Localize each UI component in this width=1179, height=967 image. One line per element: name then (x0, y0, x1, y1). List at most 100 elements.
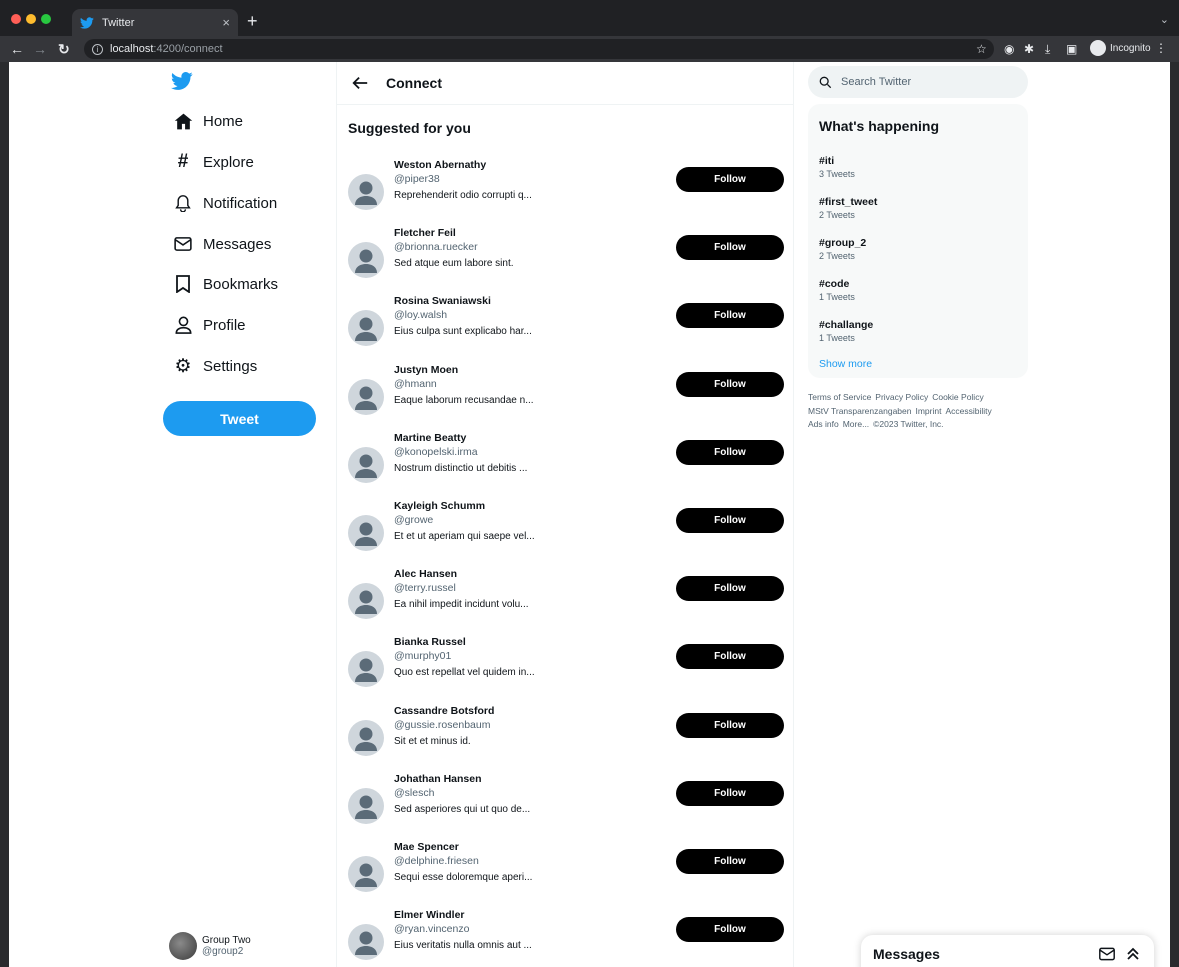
follow-button[interactable]: Follow (676, 508, 784, 533)
follow-button[interactable]: Follow (676, 371, 784, 397)
forward-arrow-icon[interactable]: → (33, 40, 47, 58)
back-arrow-icon[interactable]: ← (10, 40, 24, 58)
avatar[interactable] (348, 515, 384, 551)
user-name[interactable]: Martine Beatty (394, 432, 466, 444)
address-bar[interactable]: i localhost:4200/connect (84, 39, 994, 59)
follow-button[interactable]: Follow (676, 576, 784, 602)
follow-button[interactable]: Follow (676, 712, 784, 738)
show-more-link[interactable]: Show more (819, 358, 872, 370)
list-item[interactable]: Rosina Swaniawski @loy.walsh Eius culpa su… (337, 292, 793, 354)
follow-button[interactable]: Follow (676, 780, 784, 806)
avatar[interactable] (348, 924, 384, 961)
sidebar-item-bookmarks[interactable]: Bookmarks (173, 269, 278, 299)
avatar[interactable] (348, 174, 384, 210)
avatar[interactable] (348, 719, 384, 756)
messages-drawer[interactable]: Messages (861, 935, 1154, 967)
footer-link[interactable]: Imprint (915, 406, 941, 416)
user-name[interactable]: Rosina Swaniawski (394, 295, 491, 307)
user-name[interactable]: Mae Spencer (394, 841, 459, 853)
list-item[interactable]: Kayleigh Schumm @growe Et et ut aperiam qu… (337, 497, 793, 559)
list-item[interactable]: Cassandre Botsford @gussie.rosenbaum Sit e… (337, 702, 793, 764)
footer-link[interactable]: MStV Transparenzangaben (808, 406, 911, 416)
list-item[interactable]: Bianka Russel @murphy01 Quo est repellat v… (337, 633, 793, 695)
new-message-icon[interactable] (1099, 946, 1115, 962)
list-item[interactable]: Fletcher Feil @brionna.ruecker Sed atque e… (337, 224, 793, 286)
incognito-badge[interactable]: Incognito (1090, 40, 1151, 56)
user-name[interactable]: Elmer Windler (394, 909, 465, 921)
browser-menu-icon[interactable]: ⋮ (1155, 41, 1167, 55)
avatar[interactable] (348, 651, 384, 688)
new-tab-button[interactable]: + (247, 12, 258, 30)
maximize-window-button[interactable] (41, 14, 51, 24)
list-item[interactable]: Justyn Moen @hmann Eaque laborum recusanda… (337, 361, 793, 423)
footer-link[interactable]: Cookie Policy (932, 392, 984, 402)
user-name[interactable]: Justyn Moen (394, 364, 458, 376)
download-icon[interactable]: ⤓ (1045, 41, 1050, 57)
search-box[interactable] (808, 66, 1028, 98)
user-name[interactable]: Cassandre Botsford (394, 705, 494, 717)
avatar[interactable] (348, 583, 384, 620)
trend-item[interactable]: #group_2 2 Tweets (819, 237, 866, 261)
sidebar-item-settings[interactable]: ⚙ Settings (173, 351, 257, 381)
follow-button[interactable]: Follow (676, 235, 784, 261)
camera-extension-icon[interactable]: ◉ (1004, 41, 1014, 57)
avatar[interactable] (348, 242, 384, 279)
user-name[interactable]: Weston Abernathy (394, 159, 486, 171)
twitter-logo-icon[interactable] (171, 70, 193, 92)
close-window-button[interactable] (11, 14, 21, 24)
follow-button[interactable]: Follow (676, 917, 784, 943)
user-name[interactable]: Fletcher Feil (394, 227, 456, 239)
trend-item[interactable]: #code 1 Tweets (819, 278, 855, 302)
user-name[interactable]: Alec Hansen (394, 568, 457, 580)
minimize-window-button[interactable] (26, 14, 36, 24)
list-item[interactable]: Mae Spencer @delphine.friesen Sequi esse d… (337, 838, 793, 900)
footer-link[interactable]: Terms of Service (808, 392, 871, 402)
sidebar-item-messages[interactable]: Messages (173, 229, 271, 259)
avatar[interactable] (348, 856, 384, 892)
trend-item[interactable]: #first_tweet 2 Tweets (819, 196, 877, 220)
follow-button[interactable]: Follow (676, 167, 784, 192)
list-item[interactable]: Martine Beatty @konopelski.irma Nostrum di… (337, 429, 793, 491)
list-item[interactable]: Alec Hansen @terry.russel Ea nihil impedit… (337, 565, 793, 627)
user-name[interactable]: Johathan Hansen (394, 773, 482, 785)
trend-item[interactable]: #iti 3 Tweets (819, 155, 855, 179)
bookmark-star-icon[interactable]: ☆ (976, 41, 987, 57)
browser-titlebar: Twitter × + ⌄ (0, 0, 1179, 36)
footer-link[interactable]: Accessibility (945, 406, 991, 416)
puzzle-extension-icon[interactable]: ✱ (1024, 41, 1034, 57)
sidebar-item-notification[interactable]: Notification (173, 188, 277, 218)
avatar[interactable] (348, 446, 384, 483)
follow-button[interactable]: Follow (676, 303, 784, 329)
footer-link[interactable]: Privacy Policy (875, 392, 928, 402)
user-name[interactable]: Kayleigh Schumm (394, 500, 485, 512)
back-arrow-icon[interactable] (351, 74, 369, 92)
trend-item[interactable]: #challange 1 Tweets (819, 319, 873, 343)
search-input[interactable] (841, 76, 1011, 88)
list-item[interactable]: Elmer Windler @ryan.vincenzo Eius veritati… (337, 906, 793, 967)
user-name[interactable]: Bianka Russel (394, 636, 466, 648)
reload-icon[interactable]: ↻ (58, 40, 70, 58)
browser-tab[interactable]: Twitter × (72, 9, 238, 36)
sidebar-item-home[interactable]: Home (173, 106, 243, 136)
site-info-icon[interactable]: i (92, 43, 103, 55)
list-item[interactable]: Johathan Hansen @slesch Sed asperiores qui… (337, 770, 793, 832)
tab-search-chevron-icon[interactable]: ⌄ (1160, 13, 1169, 26)
sidebar-item-explore[interactable]: # Explore (173, 147, 254, 177)
follow-button[interactable]: Follow (676, 439, 784, 465)
avatar[interactable] (348, 310, 384, 347)
footer-link[interactable]: More... (843, 419, 869, 429)
tweet-button[interactable]: Tweet (163, 401, 316, 436)
avatar[interactable] (348, 787, 384, 824)
list-item[interactable]: Weston Abernathy @piper38 Reprehenderit od… (337, 156, 793, 218)
sidebar-item-profile[interactable]: Profile (173, 310, 246, 340)
user-bio: Nostrum distinctio ut debitis ... (394, 462, 528, 474)
account-switcher[interactable]: Group Two @group2 (169, 932, 251, 960)
footer-link[interactable]: Ads info (808, 419, 839, 429)
url-path: :4200/connect (153, 43, 223, 55)
follow-button[interactable]: Follow (676, 644, 784, 670)
follow-button[interactable]: Follow (676, 849, 784, 874)
tab-close-icon[interactable]: × (222, 15, 230, 30)
expand-chevron-icon[interactable] (1125, 946, 1141, 962)
avatar[interactable] (348, 378, 384, 415)
side-panel-icon[interactable]: ▣ (1066, 41, 1077, 57)
